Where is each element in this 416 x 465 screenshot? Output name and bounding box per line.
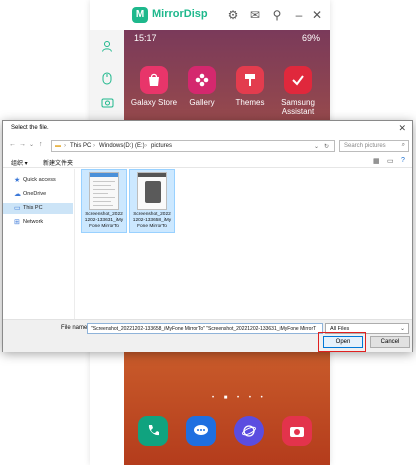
breadcrumb-item[interactable]: This PC bbox=[70, 143, 91, 149]
dialog-footer: File name: "Screenshot_20221202-133658_i… bbox=[3, 319, 412, 352]
network-icon: ⊞ bbox=[14, 219, 20, 226]
file-item[interactable]: Screenshot_2022 1202-133631_iMy Fone Mir… bbox=[81, 169, 127, 233]
app-themes[interactable]: Themes bbox=[226, 66, 274, 107]
messages-icon[interactable] bbox=[186, 416, 216, 446]
page-indicator: • ■ • • • bbox=[212, 395, 267, 401]
nav-item-quick-access[interactable]: ★ Quick access bbox=[3, 175, 73, 186]
settings-icon[interactable]: ⚙ bbox=[226, 8, 240, 22]
file-thumbnail bbox=[137, 172, 167, 210]
phone-icon[interactable] bbox=[138, 416, 168, 446]
address-bar[interactable]: ▬ › This PC › Windows(D:) (E:) › picture… bbox=[51, 140, 335, 152]
navigation-pane: ★ Quick access ☁ OneDrive ▭ This PC ⊞ Ne… bbox=[3, 169, 75, 319]
help-icon[interactable]: ? bbox=[401, 157, 405, 164]
app-name: MirrorDisp bbox=[152, 8, 208, 20]
samsung-assistant-icon bbox=[284, 66, 312, 94]
app-label: Galaxy Store bbox=[130, 98, 178, 107]
folder-icon: ▬ bbox=[55, 143, 61, 149]
command-bar: 组织 ▾ 新建文件夹 ▦ ▭ ? bbox=[3, 154, 412, 168]
dialog-titlebar: Select the file. ✕ bbox=[3, 121, 412, 137]
app-logo-icon: M bbox=[132, 7, 148, 23]
status-battery: 69% bbox=[301, 33, 320, 43]
app-label: Samsung Assistant bbox=[281, 98, 315, 116]
app-label: Gallery bbox=[189, 98, 215, 107]
file-name: Screenshot_2022 1202-133658_iMy Fone Mir… bbox=[132, 212, 172, 230]
search-input[interactable]: Search pictures ⌕ bbox=[339, 140, 409, 152]
preview-pane-icon[interactable]: ▭ bbox=[387, 157, 394, 165]
phone-status-bar: 15:17 69% bbox=[124, 30, 330, 46]
close-icon[interactable]: ✕ bbox=[310, 8, 324, 22]
themes-icon bbox=[236, 66, 264, 94]
pin-icon[interactable]: ⚲ bbox=[270, 8, 284, 22]
search-icon: ⌕ bbox=[401, 142, 405, 148]
status-time: 15:17 bbox=[134, 33, 157, 43]
address-row: ← → ⌄ ↑ ▬ › This PC › Windows(D:) (E:) ›… bbox=[3, 138, 412, 154]
star-icon: ★ bbox=[14, 177, 21, 184]
minimize-icon[interactable]: – bbox=[292, 8, 306, 22]
app-label: Themes bbox=[235, 98, 265, 107]
nav-item-label: This PC bbox=[23, 205, 43, 211]
new-folder-button[interactable]: 新建文件夹 bbox=[43, 158, 73, 167]
chevron-right-icon: › bbox=[93, 143, 95, 149]
nav-item-label: OneDrive bbox=[23, 191, 47, 197]
mouse-icon[interactable] bbox=[99, 72, 115, 88]
file-thumbnail bbox=[89, 172, 119, 210]
app-titlebar: M MirrorDisp ⚙ ✉ ⚲ – ✕ bbox=[124, 0, 330, 30]
file-name: Screenshot_2022 1202-133631_iMy Fone Mir… bbox=[84, 212, 124, 230]
cloud-icon: ☁ bbox=[14, 191, 21, 198]
up-arrow-icon[interactable]: ↑ bbox=[39, 141, 43, 148]
close-icon[interactable]: ✕ bbox=[398, 123, 406, 134]
mail-icon[interactable]: ✉ bbox=[248, 8, 262, 22]
internet-icon[interactable] bbox=[234, 416, 264, 446]
refresh-icon[interactable]: ↻ bbox=[324, 143, 329, 150]
organize-button[interactable]: 组织 ▾ bbox=[11, 158, 28, 167]
gallery-icon bbox=[188, 66, 216, 94]
chevron-down-icon[interactable]: ⌄ bbox=[29, 141, 34, 148]
chevron-down-icon[interactable]: ⌄ bbox=[314, 143, 319, 150]
open-button-highlight bbox=[318, 332, 366, 352]
search-placeholder: Search pictures bbox=[344, 143, 386, 149]
file-list: Screenshot_2022 1202-133631_iMy Fone Mir… bbox=[77, 169, 411, 319]
nav-item-onedrive[interactable]: ☁ OneDrive bbox=[3, 189, 73, 200]
app-gallery[interactable]: Gallery bbox=[178, 66, 226, 107]
forward-arrow-icon[interactable]: → bbox=[19, 141, 26, 148]
cancel-button[interactable]: Cancel bbox=[370, 336, 410, 348]
breadcrumb-item[interactable]: Windows(D:) (E:) bbox=[99, 143, 145, 149]
computer-icon: ▭ bbox=[14, 205, 21, 212]
breadcrumb-item[interactable]: pictures bbox=[151, 143, 172, 149]
chevron-down-icon: ⌄ bbox=[399, 326, 405, 332]
nav-item-label: Network bbox=[23, 219, 44, 225]
user-icon[interactable] bbox=[99, 40, 115, 56]
camera-icon[interactable] bbox=[282, 416, 312, 446]
file-dialog: Select the file. ✕ ← → ⌄ ↑ ▬ › This PC ›… bbox=[2, 120, 413, 352]
chevron-right-icon: › bbox=[145, 143, 147, 149]
dialog-title: Select the file. bbox=[11, 125, 49, 131]
chevron-right-icon: › bbox=[64, 143, 66, 149]
view-options-icon[interactable]: ▦ bbox=[373, 157, 380, 165]
app-galaxy-store[interactable]: Galaxy Store bbox=[130, 66, 178, 107]
nav-item-this-pc[interactable]: ▭ This PC bbox=[3, 203, 73, 214]
camera-icon[interactable] bbox=[99, 96, 115, 112]
galaxy-store-icon bbox=[140, 66, 168, 94]
back-arrow-icon[interactable]: ← bbox=[9, 141, 16, 148]
file-item[interactable]: Screenshot_2022 1202-133658_iMy Fone Mir… bbox=[129, 169, 175, 233]
file-name-input[interactable]: "Screenshot_20221202-133658_iMyFone Mirr… bbox=[87, 323, 323, 334]
nav-item-label: Quick access bbox=[23, 177, 56, 183]
nav-item-network[interactable]: ⊞ Network bbox=[3, 217, 73, 228]
app-samsung-assistant[interactable]: Samsung Assistant bbox=[274, 66, 322, 116]
file-name-label: File name: bbox=[61, 325, 90, 331]
